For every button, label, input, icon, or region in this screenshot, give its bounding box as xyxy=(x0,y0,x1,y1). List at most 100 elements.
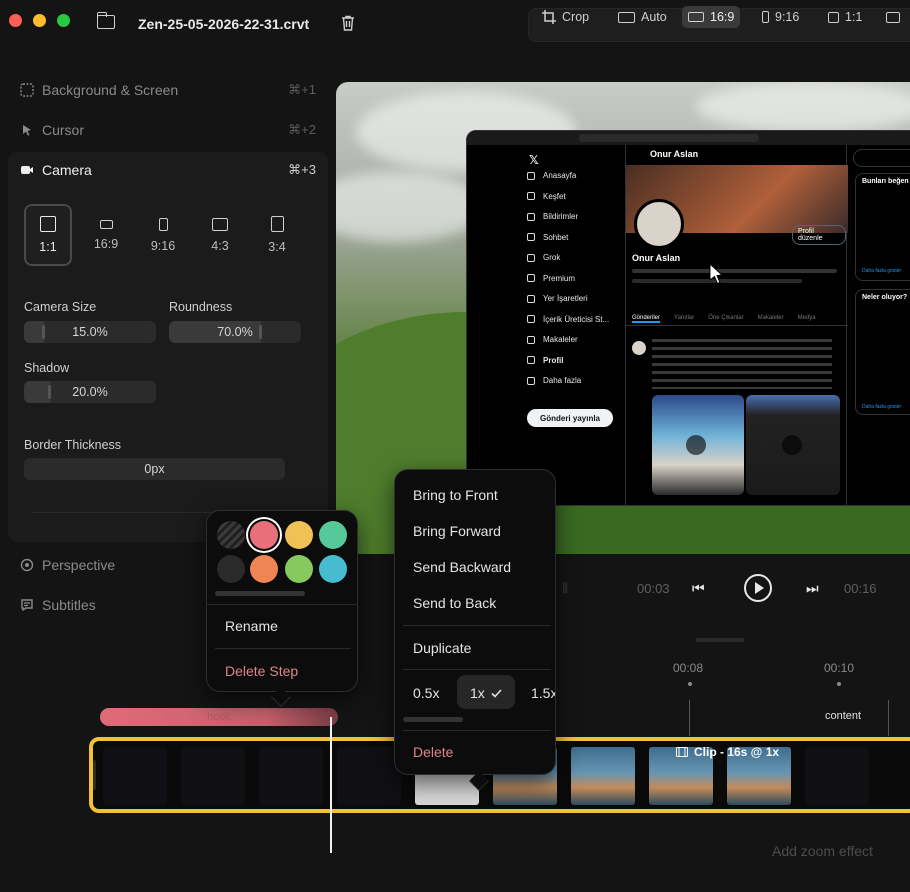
slider-knob[interactable] xyxy=(41,325,45,339)
zoom-step-hook[interactable]: hook xyxy=(100,708,338,726)
nav-item[interactable]: Grok xyxy=(527,253,609,262)
nav-item[interactable]: Sohbet xyxy=(527,233,609,242)
aspect-16-9-button[interactable]: 16:9 xyxy=(682,6,741,28)
delete-clip-menu-item[interactable]: Delete xyxy=(413,744,453,760)
playhead[interactable] xyxy=(330,717,332,853)
video-play-icon[interactable] xyxy=(686,435,706,455)
close-window-button[interactable] xyxy=(9,14,22,27)
aspect-4-3-button[interactable] xyxy=(880,6,906,28)
aspect-9-16-button[interactable]: 9:16 xyxy=(756,6,805,28)
post-button[interactable]: Gönderi yayınla xyxy=(527,409,613,427)
speed-option-1-5x[interactable]: 1.5x xyxy=(531,685,555,701)
nav-item[interactable]: İçerik Üreticisi St... xyxy=(527,315,609,324)
color-swatch[interactable] xyxy=(250,555,278,583)
camera-size-slider[interactable]: 15.0% xyxy=(24,321,156,343)
bring-to-front-menu-item[interactable]: Bring to Front xyxy=(413,487,498,503)
color-swatch[interactable] xyxy=(285,555,313,583)
send-backward-menu-item[interactable]: Send Backward xyxy=(413,559,511,575)
send-to-back-menu-item[interactable]: Send to Back xyxy=(413,595,496,611)
clip-thumbnail xyxy=(805,747,869,805)
tab-articles[interactable]: Makaleler xyxy=(758,315,784,323)
sidebar-item-background[interactable]: Background & Screen ⌘+1 xyxy=(20,80,316,100)
color-swatch[interactable] xyxy=(285,521,313,549)
rename-menu-item[interactable]: Rename xyxy=(225,618,278,634)
tab-replies[interactable]: Yanıtlar xyxy=(674,315,694,323)
profile-tabs: Gönderiler Yanıtlar Öne Çıkanlar Makalel… xyxy=(632,315,816,323)
shortcut-label: ⌘+2 xyxy=(288,122,316,137)
minimize-window-button[interactable] xyxy=(33,14,46,27)
speed-option-0-5x[interactable]: 0.5x xyxy=(413,685,439,701)
show-more-link[interactable]: Daha fazla göster xyxy=(862,404,901,410)
nav-icon xyxy=(527,294,535,303)
menu-scrollbar[interactable] xyxy=(215,591,305,596)
trash-icon[interactable] xyxy=(341,15,355,31)
who-to-follow-card: Bunları beğen Daha fazla göster xyxy=(855,173,910,281)
slider-knob[interactable] xyxy=(259,325,263,339)
aspect-rect-icon xyxy=(886,11,900,23)
tab-highlights[interactable]: Öne Çıkanlar xyxy=(708,315,743,323)
camera-aspect-1-1[interactable]: 1:1 xyxy=(24,204,72,266)
sidebar-item-label: Cursor xyxy=(42,122,85,138)
zoom-step-content-label[interactable]: content xyxy=(825,710,861,722)
subtitles-icon xyxy=(21,599,33,612)
aspect-1-1-button[interactable]: 1:1 xyxy=(822,6,868,28)
clip-label: Clip - 16s @ 1x xyxy=(676,745,779,759)
step-context-menu: Rename Delete Step xyxy=(206,510,358,692)
resize-handle[interactable] xyxy=(696,638,744,642)
speed-option-1x[interactable]: 1x xyxy=(470,685,502,701)
roundness-slider[interactable]: 70.0% xyxy=(169,321,301,343)
sidebar-item-label: Subtitles xyxy=(42,597,96,613)
skip-forward-icon[interactable]: ⏭ xyxy=(806,580,819,597)
color-swatch-none[interactable] xyxy=(217,521,245,549)
nav-label: Anasayfa xyxy=(543,171,577,180)
color-swatch[interactable] xyxy=(319,555,347,583)
camera-aspect-16-9[interactable]: 16:9 xyxy=(82,204,130,266)
skip-back-icon[interactable]: ⏮ xyxy=(692,580,705,597)
color-swatch[interactable] xyxy=(319,521,347,549)
nav-label: Premium xyxy=(543,273,576,283)
menu-scrollbar[interactable] xyxy=(403,717,463,722)
slider-knob[interactable] xyxy=(48,385,52,399)
show-more-link[interactable]: Daha fazla göster xyxy=(862,268,901,274)
twitter-timeline: Onur Aslan Profil düzenle Onur Aslan Gön… xyxy=(625,145,848,505)
tab-media[interactable]: Medya xyxy=(798,315,816,323)
nav-item[interactable]: Bildirimler xyxy=(527,212,609,221)
rect-icon xyxy=(212,217,228,231)
tab-posts[interactable]: Gönderiler xyxy=(632,315,661,323)
nav-item[interactable]: Premium xyxy=(527,274,609,283)
nav-item[interactable]: Keşfet xyxy=(527,192,609,201)
border-thickness-slider[interactable]: 0px xyxy=(24,458,285,480)
aspect-auto-button[interactable]: Auto xyxy=(612,6,673,28)
nav-item[interactable]: Anasayfa xyxy=(527,171,609,180)
nav-item[interactable]: Profil xyxy=(527,356,609,365)
crop-button[interactable]: Crop xyxy=(536,6,595,28)
delete-step-menu-item[interactable]: Delete Step xyxy=(225,663,298,679)
duplicate-menu-item[interactable]: Duplicate xyxy=(413,640,471,656)
clip-trim-handle-left[interactable] xyxy=(93,760,96,790)
nav-item[interactable]: Makaleler xyxy=(527,335,609,344)
nav-label: Makaleler xyxy=(543,335,578,344)
edit-profile-button[interactable]: Profil düzenle xyxy=(792,225,846,245)
nav-icon xyxy=(527,233,535,241)
add-zoom-effect-button[interactable]: Add zoom effect xyxy=(772,843,873,859)
nav-item[interactable]: Yer İşaretleri xyxy=(527,294,609,303)
color-swatch[interactable] xyxy=(217,555,245,583)
search-box[interactable] xyxy=(853,149,910,167)
cloud xyxy=(696,82,910,132)
aspect-rect-icon xyxy=(688,12,704,22)
shadow-slider[interactable]: 20.0% xyxy=(24,381,156,403)
color-swatch[interactable] xyxy=(250,521,278,549)
nav-item[interactable]: Daha fazla xyxy=(527,376,609,385)
zoom-window-button[interactable] xyxy=(57,14,70,27)
bring-forward-menu-item[interactable]: Bring Forward xyxy=(413,523,501,539)
perspective-icon xyxy=(20,558,34,572)
camera-aspect-9-16[interactable]: 9:16 xyxy=(139,204,187,266)
folder-icon[interactable] xyxy=(96,12,115,29)
divider xyxy=(403,669,551,670)
slider-value: 70.0% xyxy=(217,325,253,339)
video-play-icon[interactable] xyxy=(782,435,802,455)
camera-aspect-3-4[interactable]: 3:4 xyxy=(253,204,301,266)
address-bar xyxy=(579,134,759,142)
sidebar-item-cursor[interactable]: Cursor ⌘+2 xyxy=(20,120,316,140)
camera-aspect-4-3[interactable]: 4:3 xyxy=(196,204,244,266)
